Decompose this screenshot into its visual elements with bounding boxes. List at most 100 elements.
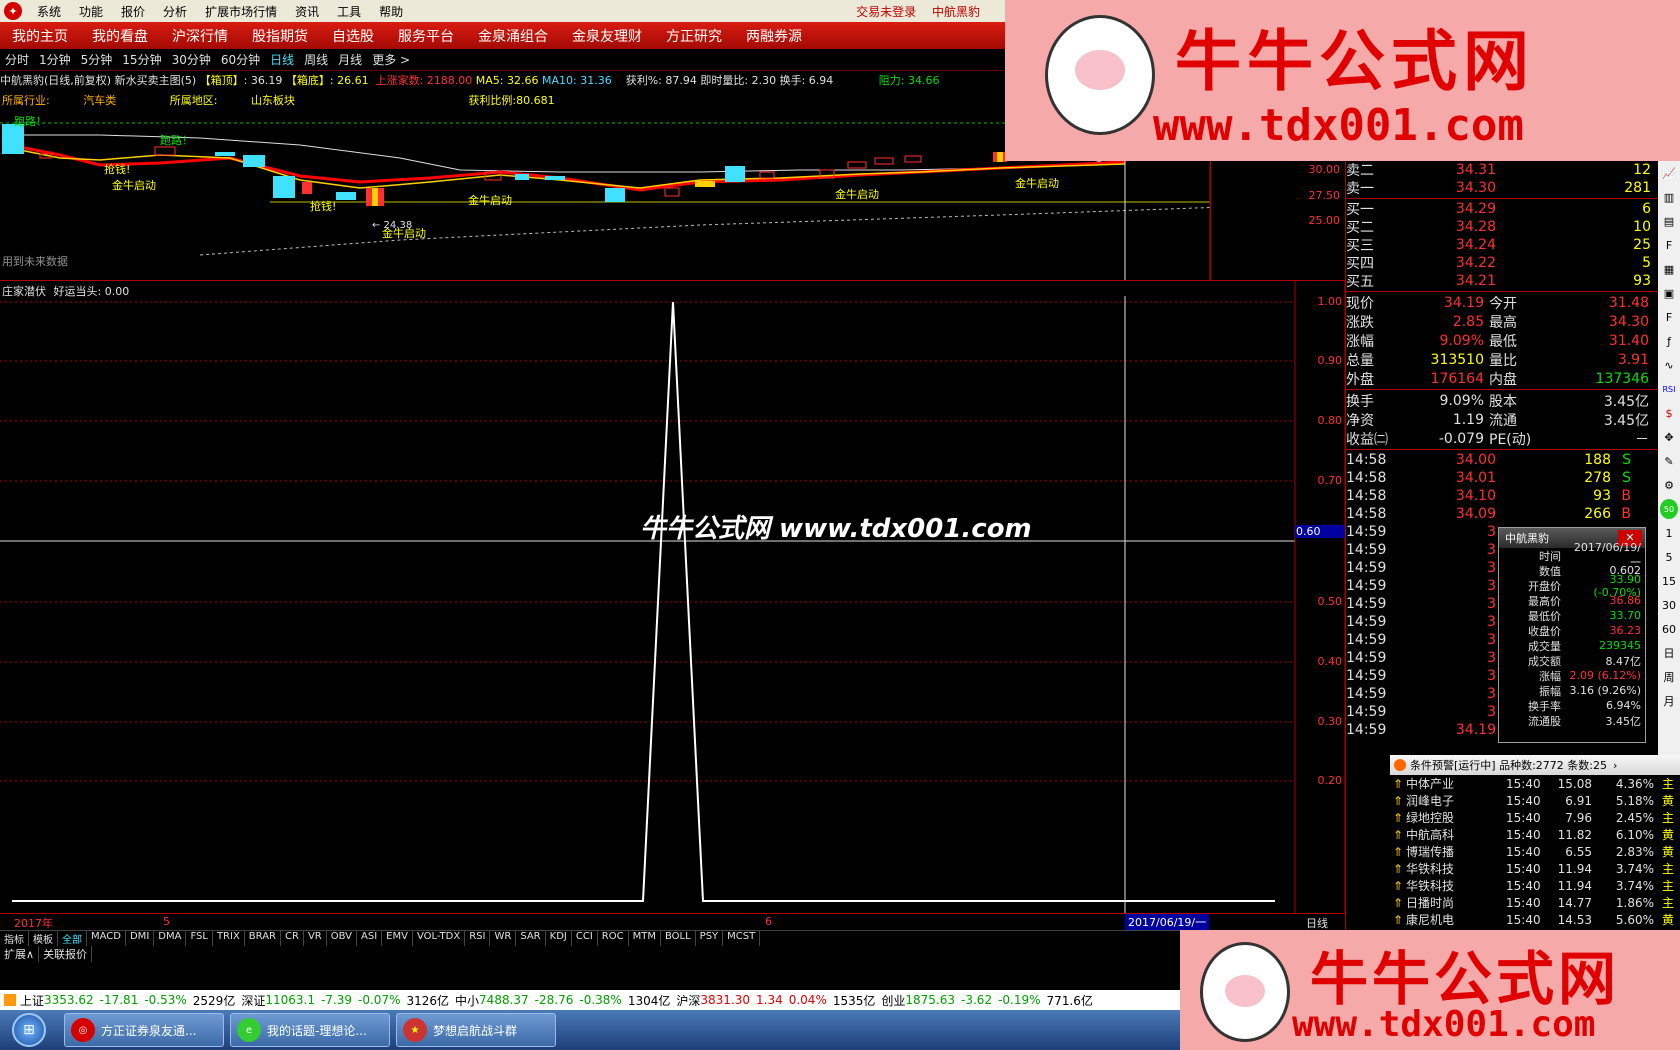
period-shortcut[interactable]: 月 xyxy=(1660,691,1678,711)
alert-row[interactable]: ⇑ 中航高科 15:40 11.82 6.10% 黄 xyxy=(1390,826,1680,843)
indicator-tab[interactable]: BOLL xyxy=(661,931,696,946)
index-name[interactable]: 深证 xyxy=(241,992,265,1009)
nav-item[interactable]: 自选股 xyxy=(320,26,386,46)
period-tab[interactable]: 5分钟 xyxy=(76,51,118,68)
period-tab[interactable]: 15分钟 xyxy=(117,51,166,68)
indicator-tab[interactable]: CR xyxy=(281,931,304,946)
move-icon[interactable]: ✥ xyxy=(1660,427,1678,447)
period-tab[interactable]: 日线 xyxy=(265,51,299,68)
indicator-tab[interactable]: VR xyxy=(304,931,327,946)
taskbar-item-chat-group[interactable]: ★ 梦想启航战斗群 xyxy=(396,1013,556,1047)
period-shortcut[interactable]: 周 xyxy=(1660,667,1678,687)
alert-header[interactable]: 条件预警[运行中] 品种数:2772 条数:25 › xyxy=(1390,755,1680,775)
indicator-tab[interactable]: PSY xyxy=(696,931,724,946)
chart-line-icon[interactable]: 📈 xyxy=(1660,163,1678,183)
period-label[interactable]: 日线 xyxy=(1306,915,1328,931)
taskbar-item-browser[interactable]: e 我的话题-理想论... xyxy=(230,1013,390,1047)
menu-tools[interactable]: 工具 xyxy=(328,3,370,20)
menu-system[interactable]: 系统 xyxy=(28,3,70,20)
buy-order-row[interactable]: 买三 34.24 25 xyxy=(1346,236,1658,254)
menu-news[interactable]: 资讯 xyxy=(286,3,328,20)
kline-icon[interactable]: ▥ xyxy=(1660,187,1678,207)
sell-order-row[interactable]: 卖二 34.31 12 xyxy=(1346,161,1658,179)
menu-analysis[interactable]: 分析 xyxy=(154,3,196,20)
period-tab[interactable]: 60分钟 xyxy=(216,51,265,68)
period-tab[interactable]: 月线 xyxy=(333,51,367,68)
indicator-tab[interactable]: FSL xyxy=(186,931,213,946)
indicator-tab[interactable]: SAR xyxy=(516,931,546,946)
indicator-tab[interactable]: 全部 xyxy=(58,931,87,946)
wave-icon[interactable]: ∿ xyxy=(1660,355,1678,375)
rsi-icon[interactable]: RSI xyxy=(1660,379,1678,399)
formula-icon[interactable]: ƒ xyxy=(1660,331,1678,351)
menu-quote[interactable]: 报价 xyxy=(112,3,154,20)
start-button[interactable]: ⊞ xyxy=(0,1011,58,1049)
indicator-tab[interactable]: ASI xyxy=(357,931,383,946)
index-name[interactable]: 创业 xyxy=(881,992,905,1009)
buy-order-row[interactable]: 买一 34.29 6 xyxy=(1346,200,1658,218)
alert-row[interactable]: ⇑ 中体产业 15:40 15.08 4.36% 主 xyxy=(1390,775,1680,792)
nav-item[interactable]: 方正研究 xyxy=(654,26,734,46)
menu-ext-market[interactable]: 扩展市场行情 xyxy=(196,3,286,20)
grid-icon[interactable]: ▦ xyxy=(1660,259,1678,279)
period-shortcut[interactable]: 5 xyxy=(1660,547,1678,567)
menu-help[interactable]: 帮助 xyxy=(370,3,412,20)
indicator-tab[interactable]: BRAR xyxy=(245,931,281,946)
alert-row[interactable]: ⇑ 康尼机电 15:40 14.53 5.60% 黄 xyxy=(1390,911,1680,928)
alert-row[interactable]: ⇑ 绿地控股 15:40 7.96 2.45% 主 xyxy=(1390,809,1680,826)
alert-row[interactable]: ⇑ 日播时尚 15:40 14.77 1.86% 主 xyxy=(1390,894,1680,911)
chevron-right-icon[interactable]: › xyxy=(1613,759,1617,772)
alert-row[interactable]: ⇑ 润峰电子 15:40 6.91 5.18% 黄 xyxy=(1390,792,1680,809)
indicator-tab[interactable]: TRIX xyxy=(213,931,245,946)
index-name[interactable]: 沪深 xyxy=(676,992,700,1009)
alert-row[interactable]: ⇑ 博瑞传播 15:40 6.55 2.83% 黄 xyxy=(1390,843,1680,860)
kline-info-popup[interactable]: 中航黑豹 ✕ 时间 2017/06/19/一 数值 0.602 开盘价 33.90 (-0… xyxy=(1498,527,1646,743)
period-tab[interactable]: 更多 > xyxy=(367,51,415,68)
nav-item[interactable]: 金泉友理财 xyxy=(560,26,654,46)
period-shortcut[interactable]: 15 xyxy=(1660,571,1678,591)
sell-order-row[interactable]: 卖一 34.30 281 xyxy=(1346,179,1658,197)
tab-expand[interactable]: 扩展∧ xyxy=(0,946,40,962)
indicator-tab[interactable]: WR xyxy=(490,931,517,946)
indicator-panel[interactable] xyxy=(0,281,1345,913)
f12-icon[interactable]: F xyxy=(1660,307,1678,327)
f10-icon[interactable]: F xyxy=(1660,235,1678,255)
taskbar-item-quote-app[interactable]: ◎ 方正证券泉友通... xyxy=(64,1013,224,1047)
buy-order-row[interactable]: 买二 34.28 10 xyxy=(1346,218,1658,236)
calendar-icon[interactable]: ▣ xyxy=(1660,283,1678,303)
nav-item[interactable]: 沪深行情 xyxy=(160,26,240,46)
indicator-tab[interactable]: DMA xyxy=(154,931,187,946)
indicator-tab[interactable]: 模板 xyxy=(29,931,58,946)
alert-row[interactable]: ⇑ 华铁科技 15:40 11.94 3.74% 主 xyxy=(1390,877,1680,894)
circle-50-icon[interactable]: 50 xyxy=(1660,499,1678,519)
nav-item[interactable]: 我的看盘 xyxy=(80,26,160,46)
indicator-tab[interactable]: OBV xyxy=(327,931,357,946)
indicator-tab[interactable]: DMI xyxy=(126,931,155,946)
buy-order-row[interactable]: 买四 34.22 5 xyxy=(1346,254,1658,272)
period-tab[interactable]: 分时 xyxy=(0,51,34,68)
nav-item[interactable]: 我的主页 xyxy=(0,26,80,46)
period-tab[interactable]: 周线 xyxy=(299,51,333,68)
period-shortcut[interactable]: 60 xyxy=(1660,619,1678,639)
indicator-tab[interactable]: VOL-TDX xyxy=(413,931,466,946)
indicator-tab[interactable]: MTM xyxy=(629,931,661,946)
tab-related-quote[interactable]: 关联报价 xyxy=(39,946,93,962)
indicator-tab[interactable]: 指标 xyxy=(0,931,29,946)
period-shortcut[interactable]: 1 xyxy=(1660,523,1678,543)
nav-item[interactable]: 服务平台 xyxy=(386,26,466,46)
index-name[interactable]: 中小 xyxy=(455,992,479,1009)
pen-icon[interactable]: ✎ xyxy=(1660,451,1678,471)
period-tab[interactable]: 30分钟 xyxy=(167,51,216,68)
menu-function[interactable]: 功能 xyxy=(70,3,112,20)
indicator-tab[interactable]: CCI xyxy=(572,931,598,946)
nav-item[interactable]: 金泉涌组合 xyxy=(466,26,560,46)
alert-row[interactable]: ⇑ 华铁科技 15:40 11.94 3.74% 主 xyxy=(1390,860,1680,877)
index-name[interactable]: 上证 xyxy=(20,992,44,1009)
indicator-tab[interactable]: ROC xyxy=(598,931,629,946)
period-shortcut[interactable]: 30 xyxy=(1660,595,1678,615)
nav-item[interactable]: 股指期货 xyxy=(240,26,320,46)
settings-icon[interactable]: ⚙ xyxy=(1660,475,1678,495)
indicator-tab[interactable]: MCST xyxy=(723,931,761,946)
buy-order-row[interactable]: 买五 34.21 93 xyxy=(1346,272,1658,290)
info-f10-icon[interactable]: ▤ xyxy=(1660,211,1678,231)
